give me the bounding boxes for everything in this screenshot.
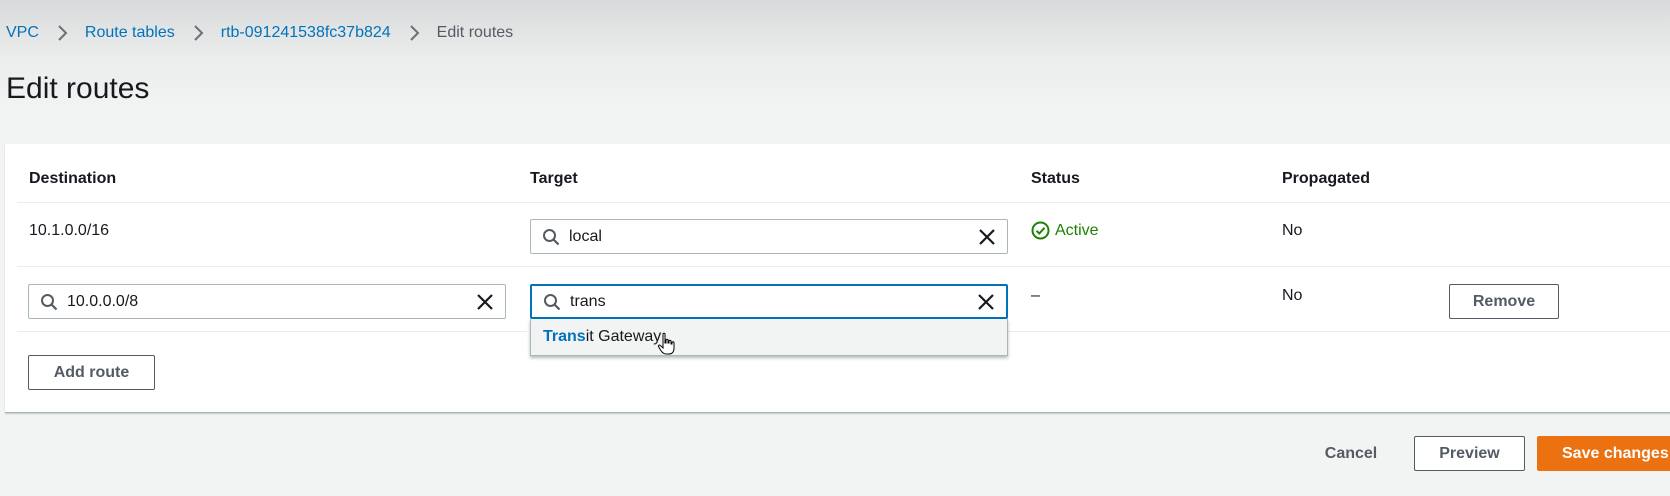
chevron-right-icon [187, 22, 209, 44]
column-header-status: Status [1031, 170, 1080, 187]
status-active: Active [1031, 221, 1099, 240]
routes-panel [5, 144, 1670, 413]
breadcrumb-route-tables[interactable]: Route tables [85, 24, 175, 42]
search-icon [41, 293, 58, 310]
target-field-row-2[interactable]: trans [530, 284, 1008, 319]
column-header-target: Target [530, 170, 578, 187]
search-icon [544, 293, 561, 310]
breadcrumb: VPC Route tables rtb-091241538fc37b824 E… [6, 22, 513, 44]
column-header-propagated: Propagated [1282, 170, 1371, 187]
propagated-text: No [1282, 222, 1303, 239]
breadcrumb-route-table-id[interactable]: rtb-091241538fc37b824 [221, 24, 391, 42]
close-icon[interactable] [475, 292, 495, 312]
add-route-button[interactable]: Add route [28, 355, 155, 390]
search-icon [543, 228, 560, 245]
close-icon[interactable] [977, 227, 997, 247]
hand-cursor-icon [657, 332, 675, 355]
destination-input-value[interactable]: 10.0.0.0/8 [67, 293, 475, 311]
status-text: Active [1055, 221, 1099, 239]
status-text: – [1031, 287, 1040, 304]
option-rest-text: it Gateway [585, 328, 662, 345]
check-circle-icon [1031, 221, 1050, 240]
row-divider [1008, 331, 1670, 332]
breadcrumb-vpc[interactable]: VPC [6, 24, 39, 42]
propagated-text: No [1282, 287, 1303, 304]
target-input-value[interactable]: local [569, 228, 977, 246]
close-icon[interactable] [976, 292, 996, 312]
route-destination-text: 10.1.0.0/16 [29, 222, 110, 239]
option-match-text: Trans [543, 328, 586, 345]
row-divider [17, 266, 1670, 267]
row-divider [17, 331, 527, 332]
destination-field-row-2[interactable]: 10.0.0.0/8 [28, 284, 506, 319]
column-header-destination: Destination [29, 170, 117, 187]
chevron-right-icon [51, 22, 73, 44]
remove-button[interactable]: Remove [1449, 284, 1559, 319]
save-changes-button[interactable]: Save changes [1537, 436, 1670, 471]
header-background [0, 0, 1670, 110]
preview-button[interactable]: Preview [1414, 436, 1525, 471]
row-divider [17, 202, 1670, 203]
target-field-row-1[interactable]: local [530, 219, 1008, 254]
dropdown-option-transit-gateway[interactable]: Trans it Gateway [530, 319, 1008, 356]
target-search-input[interactable]: trans [570, 293, 976, 311]
cancel-button[interactable]: Cancel [1308, 436, 1394, 471]
breadcrumb-current: Edit routes [436, 24, 514, 41]
chevron-right-icon [403, 22, 425, 44]
page-title: Edit routes [6, 72, 150, 105]
